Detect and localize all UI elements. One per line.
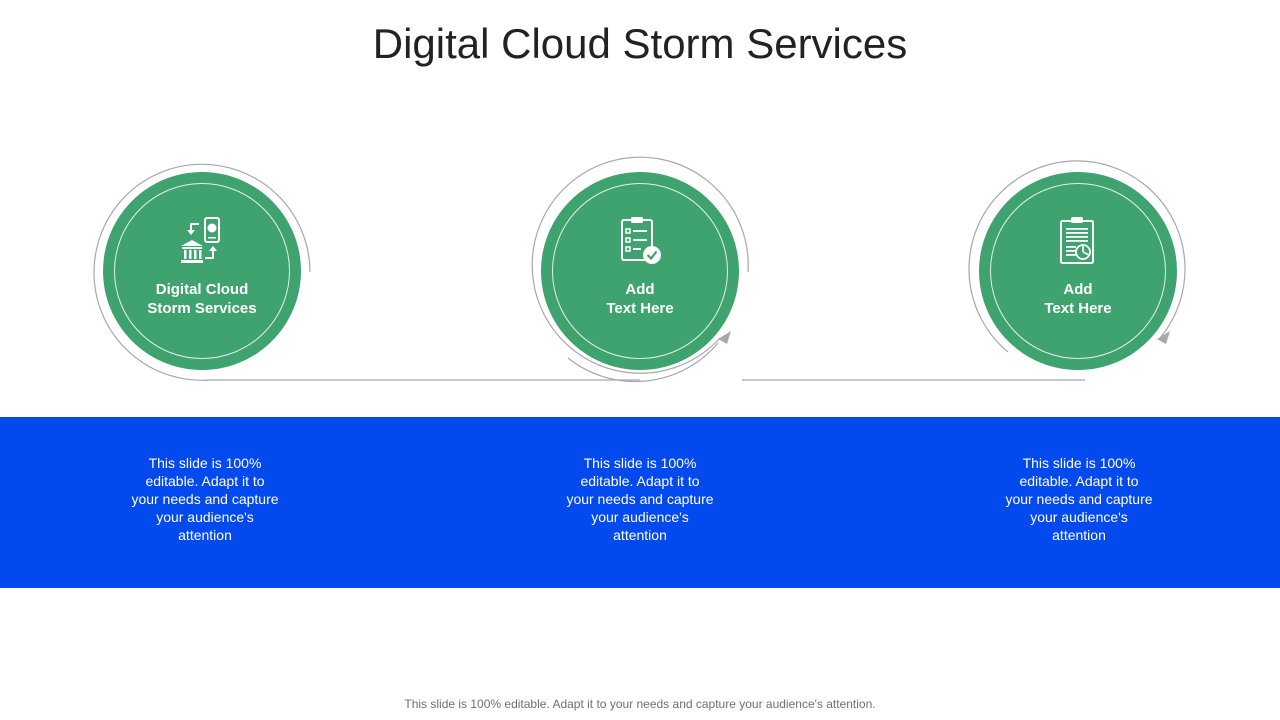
- bank-mobile-transfer-icon: [181, 217, 220, 263]
- step-label: Add Text Here: [606, 281, 674, 317]
- step-description-1: This slide is 100% editable. Adapt it to…: [131, 455, 279, 543]
- step-circle-3: Add Text Here: [979, 172, 1177, 370]
- step-circle-1: Digital Cloud Storm Services: [103, 172, 301, 370]
- step-description-3: This slide is 100% editable. Adapt it to…: [1005, 455, 1153, 543]
- inner-ring: [990, 183, 1166, 359]
- clipboard-checklist-icon: [621, 217, 661, 264]
- inner-ring: [114, 183, 290, 359]
- report-pie-chart-icon: [1060, 217, 1094, 264]
- step-label: Add Text Here: [1044, 281, 1112, 317]
- step-circle-2: Add Text Here: [541, 172, 739, 370]
- step-description-2: This slide is 100% editable. Adapt it to…: [566, 455, 714, 543]
- step-label: Digital Cloud Storm Services: [147, 281, 257, 317]
- inner-ring: [552, 183, 728, 359]
- footer-note: This slide is 100% editable. Adapt it to…: [404, 697, 876, 711]
- arrow-head-icon: [718, 331, 731, 344]
